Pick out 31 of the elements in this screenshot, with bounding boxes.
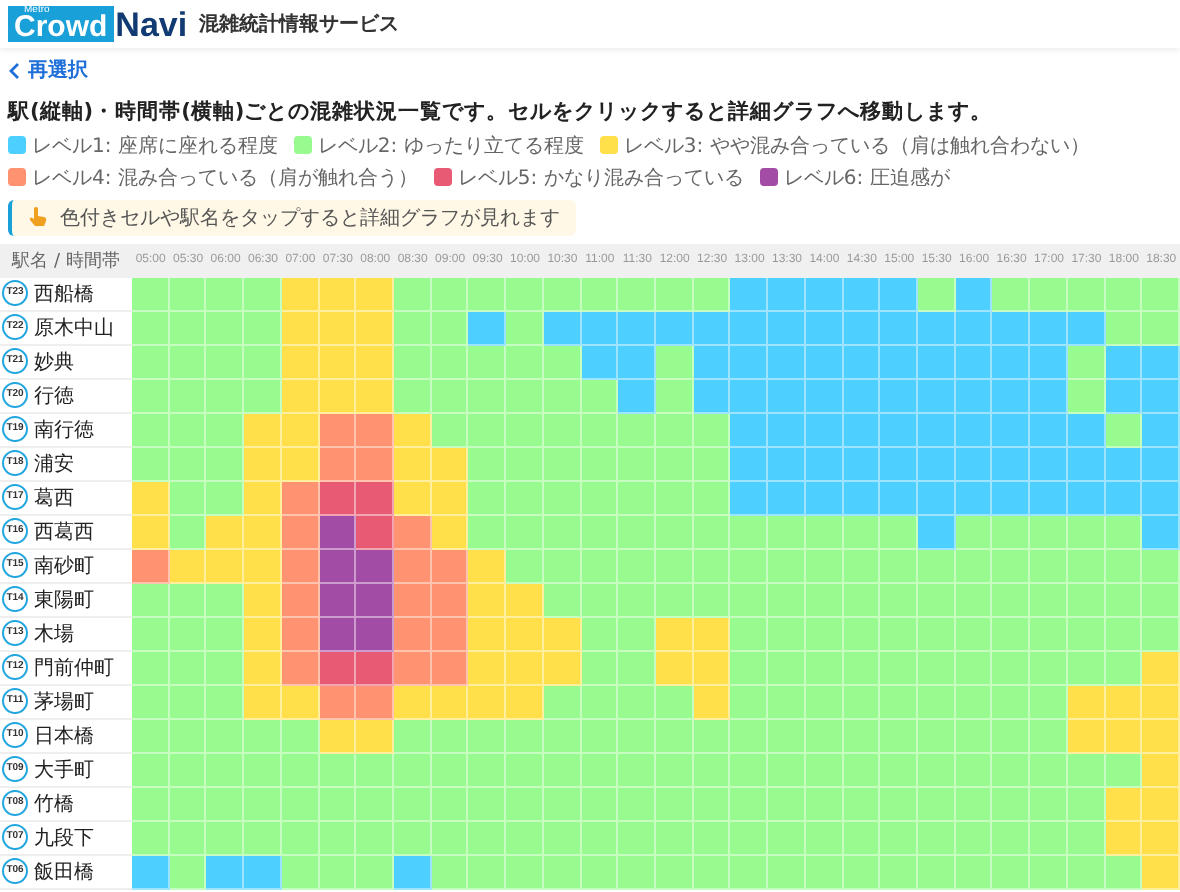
station-name: 東陽町 (34, 587, 94, 613)
station-name: 木場 (34, 621, 74, 647)
station-name: 飯田橋 (34, 859, 94, 885)
station-name: 竹橋 (34, 791, 74, 817)
column-header: 駅名 / 時間帯 (0, 243, 132, 277)
legend-label: レベル3: やや混み合っている（肩は触れ合わない） (623, 133, 1090, 159)
instruction-text: 駅(縦軸)・時間帯(横軸)ごとの混雑状況一覧です。セルをクリックすると詳細グラフへ移動します。 (8, 97, 995, 125)
legend-label: レベル1: 座席に座れる程度 (32, 133, 278, 159)
logo-accent-text: Navi (115, 8, 188, 42)
legend-label: レベル6: 圧迫感が (783, 165, 950, 191)
legend-label: レベル5: かなり混み合っている (457, 165, 744, 191)
station-name: 南砂町 (34, 553, 94, 579)
legend-label: レベル2: ゆったり立てる程度 (317, 133, 584, 159)
station-name: 門前仲町 (34, 655, 114, 681)
reselect-link[interactable]: 再選択 (8, 56, 88, 84)
station-name: 南行徳 (34, 417, 94, 443)
station-name: 行徳 (34, 383, 74, 409)
service-name: 混雑統計情報サービス (199, 11, 400, 38)
station-name: 原木中山 (34, 315, 114, 341)
station-name: 西葛西 (34, 519, 94, 545)
station-name: 西船橋 (34, 281, 94, 307)
station-name: 大手町 (34, 757, 94, 783)
logo-main-text: Crowd (14, 12, 108, 42)
station-name: 茅場町 (34, 689, 94, 715)
station-name: 妙典 (34, 349, 74, 375)
legend-label: レベル4: 混み合っている（肩が触れ合う） (32, 165, 418, 191)
station-name: 日本橋 (34, 723, 94, 749)
hint-text: 色付きセルや駅名をタップすると詳細グラフが見れます (60, 205, 560, 231)
station-name: 浦安 (34, 451, 74, 477)
station-name: 葛西 (34, 485, 74, 511)
station-name: 九段下 (34, 825, 94, 851)
